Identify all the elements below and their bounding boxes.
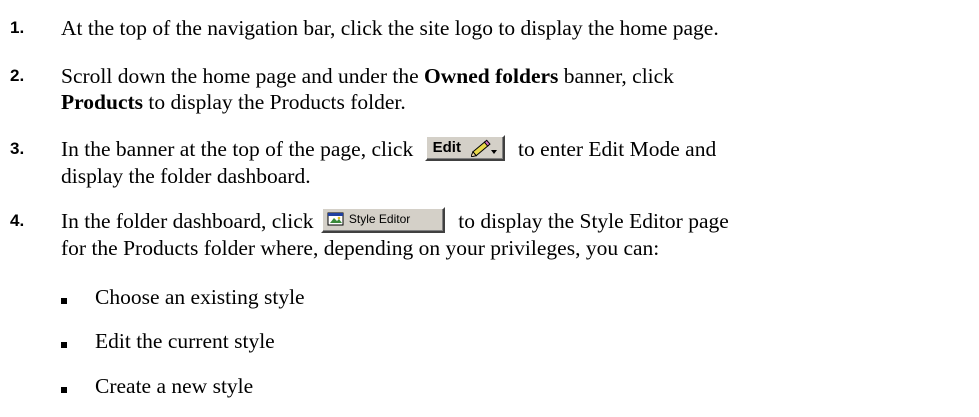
edit-button[interactable]: Edit bbox=[424, 135, 505, 161]
style-editor-icon bbox=[327, 212, 344, 226]
step-number: 3. bbox=[10, 139, 25, 158]
bullet-icon bbox=[61, 387, 67, 393]
step-text-line-2: display the folder dashboard. bbox=[61, 164, 311, 188]
products-label: Products bbox=[61, 90, 144, 114]
style-editor-button-label: Style Editor bbox=[348, 212, 411, 226]
step-text-segment: In the folder dashboard, click bbox=[61, 209, 314, 233]
step-text-segment: to display the Style Editor page bbox=[458, 209, 729, 233]
bullet-icon bbox=[61, 342, 67, 348]
step-text-line-2: for the Products folder where, depending… bbox=[61, 236, 660, 260]
step-text-segment: to enter Edit Mode and bbox=[517, 137, 717, 161]
step-number: 4. bbox=[10, 211, 25, 230]
option-text: Create a new style bbox=[95, 374, 254, 398]
owned-folders-label: Owned folders bbox=[424, 64, 559, 88]
step-text-line-2: Products to display the Products folder. bbox=[61, 87, 973, 117]
step-text-line-1: In the banner at the top of the page, cl… bbox=[61, 134, 973, 164]
step-text-segment: Scroll down the home page and under the bbox=[61, 64, 425, 88]
step-text-segment: to display the Products folder. bbox=[143, 90, 406, 114]
edit-button-label: Edit bbox=[432, 139, 461, 156]
step-text-line-1: In the folder dashboard, click Style Edi… bbox=[61, 206, 973, 236]
step-text-segment: banner, click bbox=[558, 64, 674, 88]
option-text: Edit the current style bbox=[95, 329, 275, 353]
step-text-segment: In the banner at the top of the page, cl… bbox=[61, 137, 414, 161]
style-editor-button[interactable]: Style Editor bbox=[320, 207, 445, 233]
bullet-icon bbox=[61, 298, 67, 304]
pencil-dropdown-icon bbox=[470, 139, 497, 157]
option-text: Choose an existing style bbox=[95, 285, 305, 309]
step-number: 1. bbox=[10, 18, 25, 37]
step-text: At the top of the navigation bar, click … bbox=[61, 16, 719, 40]
step-number: 2. bbox=[10, 66, 25, 85]
